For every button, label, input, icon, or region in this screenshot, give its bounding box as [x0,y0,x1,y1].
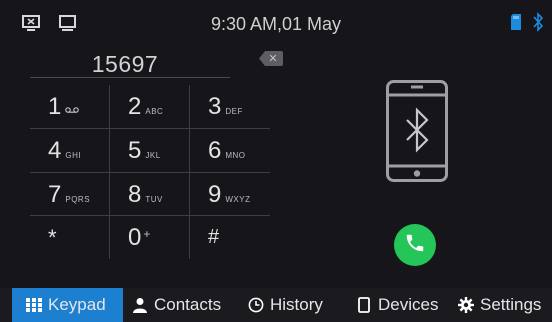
dialed-number: 15697 [91,51,159,77]
key-hash[interactable]: # [190,216,270,259]
key-4[interactable]: 4 GHI [30,129,110,172]
gear-icon [458,297,474,313]
key-star[interactable]: * [30,216,110,259]
grid-icon [26,297,42,313]
key-1[interactable]: 1 [30,85,110,128]
key-6[interactable]: 6 MNO [190,129,270,172]
clock-text: 9:30 AM,01 May [210,14,342,34]
phone-handset-icon [404,232,426,259]
number-display: 15697 ✕ [30,51,283,78]
bottom-tab-bar: Keypad Contacts History Devices Settings [0,288,552,322]
tab-devices[interactable]: Devices [356,288,438,322]
voicemail-icon [65,106,80,116]
clock-icon [248,297,264,313]
key-7[interactable]: 7 PQRS [30,173,110,216]
status-bar: 9:30 AM,01 May [0,0,552,47]
bluetooth-phone-icon [386,80,448,182]
tab-label: History [270,295,323,314]
key-8[interactable]: 8 TUV [110,173,190,216]
tab-keypad[interactable]: Keypad [12,288,123,322]
backspace-icon: ✕ [268,53,278,65]
tab-label: Keypad [48,295,106,314]
bluetooth-icon [532,12,544,37]
person-icon [132,297,148,313]
key-3[interactable]: 3 DEF [190,85,270,128]
key-9[interactable]: 9 WXYZ [190,173,270,216]
tab-label: Settings [480,295,542,314]
call-button[interactable] [394,224,436,266]
key-2[interactable]: 2 ABC [110,85,190,128]
keypad: 1 2 ABC 3 DEF 4 GHI 5 JKL 6 MNO 7 PQRS 8 TUV 9W… [30,85,270,259]
key-0[interactable]: 0 + [110,216,190,259]
backspace-button[interactable]: ✕ [259,51,283,66]
tab-label: Contacts [154,295,222,314]
tab-settings[interactable]: Settings [458,288,541,322]
tab-contacts[interactable]: Contacts [132,288,221,322]
key-5[interactable]: 5 JKL [110,129,190,172]
tab-label: Devices [378,295,439,314]
sd-card-icon [510,13,522,36]
phone-icon [356,297,372,313]
tab-history[interactable]: History [248,288,323,322]
